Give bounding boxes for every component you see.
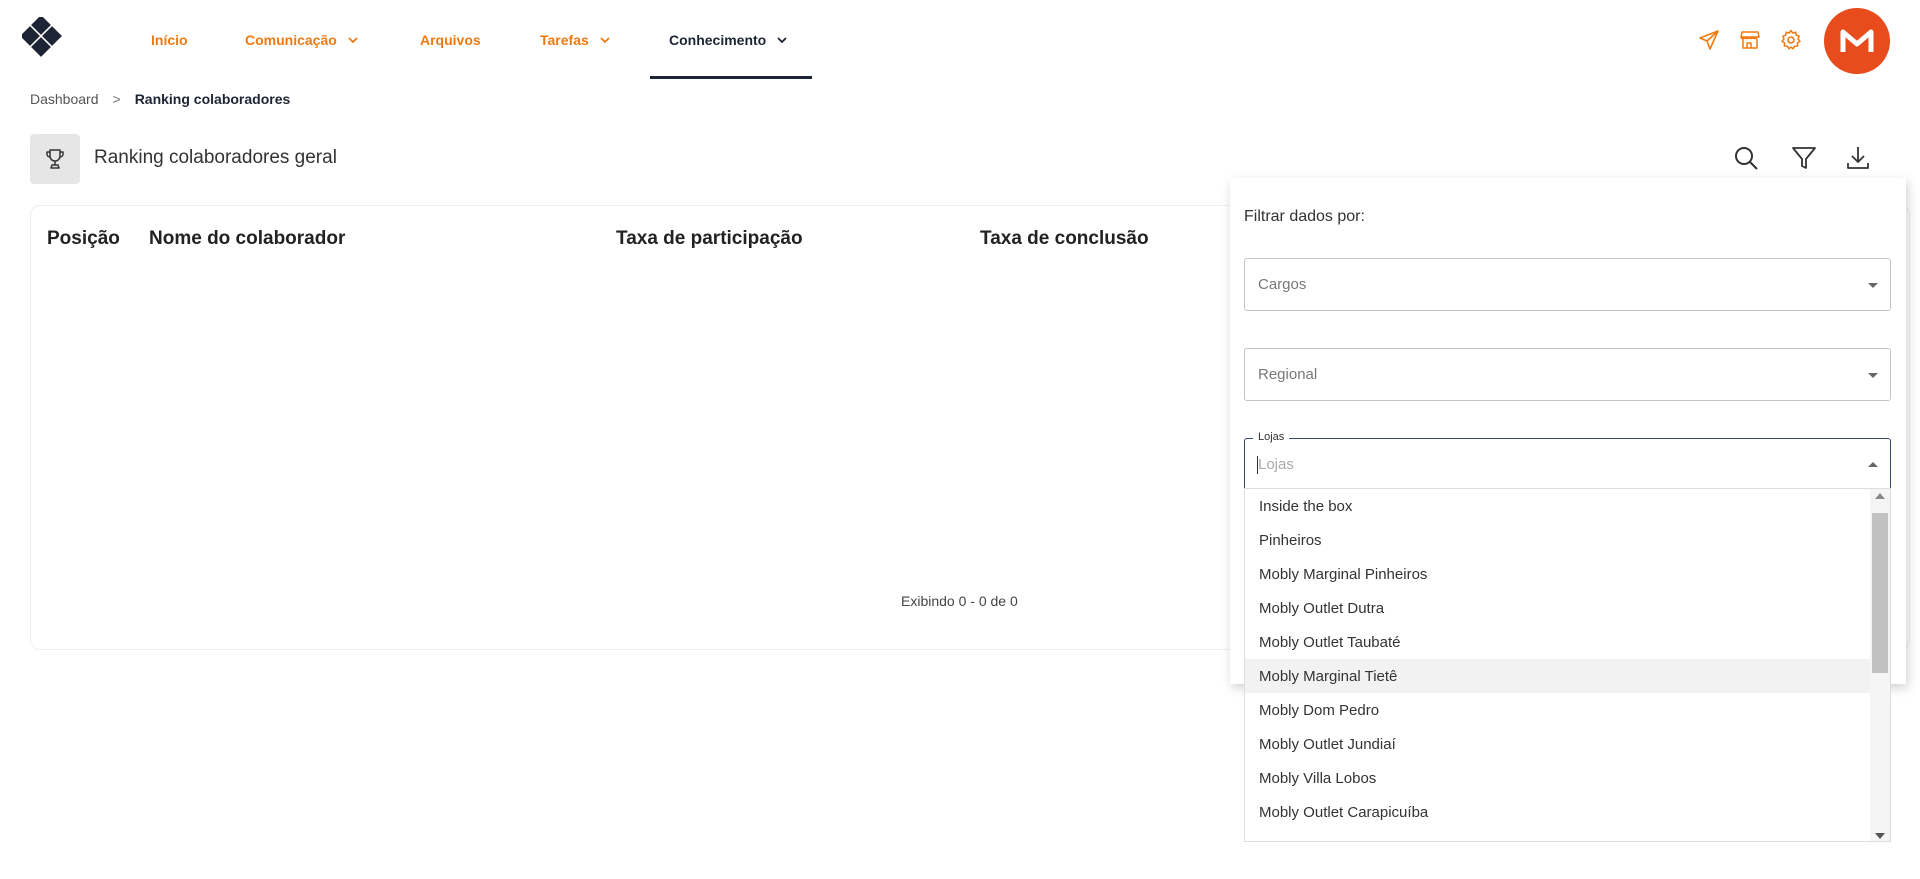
download-icon[interactable] [1844, 144, 1872, 172]
options-scrollbar[interactable] [1870, 489, 1890, 841]
option-item[interactable]: Mobly Outlet Carapicuíba [1245, 795, 1872, 829]
column-header-posicao[interactable]: Posição [47, 228, 120, 250]
avatar-monogram-icon [1840, 29, 1874, 52]
send-icon[interactable] [1697, 28, 1721, 52]
option-item[interactable]: Mobly Dom Pedro [1245, 693, 1872, 727]
dropdown-arrow-icon [1868, 283, 1878, 288]
pagination-info: Exibindo 0 - 0 de 0 [901, 593, 1018, 609]
regional-placeholder: Regional [1258, 366, 1318, 383]
active-tab-indicator [650, 76, 812, 79]
lojas-options-list[interactable]: Inside the box Pinheiros Mobly Marginal … [1244, 488, 1891, 842]
column-header-nome[interactable]: Nome do colaborador [149, 228, 345, 250]
option-item[interactable]: Mobly Villa Lobos [1245, 761, 1872, 795]
breadcrumb-current: Ranking colaboradores [134, 91, 291, 107]
trophy-icon [46, 149, 64, 169]
option-item[interactable]: Mobly Outlet Taubaté [1245, 625, 1872, 659]
lojas-input[interactable]: Lojas [1258, 456, 1294, 473]
nav-comunicacao[interactable]: Comunicação [245, 0, 359, 80]
page-badge [30, 134, 80, 184]
scroll-thumb[interactable] [1872, 513, 1888, 673]
nav-tarefas-label: Tarefas [540, 32, 589, 48]
breadcrumb-separator: > [112, 91, 121, 107]
chevron-down-icon [348, 37, 358, 44]
chevron-down-icon [777, 37, 787, 44]
lojas-select[interactable]: Lojas Lojas [1244, 431, 1891, 491]
dropdown-arrow-icon [1868, 373, 1878, 378]
breadcrumb: Dashboard > Ranking colaboradores [30, 91, 290, 107]
nav-conhecimento[interactable]: Conhecimento [669, 0, 788, 80]
option-item[interactable]: Inside the box [1245, 489, 1872, 523]
scroll-up-arrow-icon[interactable] [1875, 493, 1885, 499]
nav-conhecimento-label: Conhecimento [669, 32, 767, 48]
cargos-placeholder: Cargos [1258, 276, 1307, 293]
lojas-label: Lojas [1253, 431, 1290, 443]
store-icon[interactable] [1738, 28, 1762, 52]
breadcrumb-dashboard[interactable]: Dashboard [30, 91, 99, 107]
nav-inicio-label: Início [151, 32, 188, 48]
nav-arquivos[interactable]: Arquivos [420, 0, 481, 80]
nav-comunicacao-label: Comunicação [245, 32, 337, 48]
company-logo[interactable] [22, 17, 68, 63]
filter-icon[interactable] [1790, 144, 1818, 172]
option-item[interactable]: Mobly Outlet Jundiaí [1245, 727, 1872, 761]
page-title: Ranking colaboradores geral [94, 147, 337, 168]
search-icon[interactable] [1732, 144, 1760, 172]
option-item[interactable]: Mobly Outlet Dutra [1245, 591, 1872, 625]
nav-tarefas[interactable]: Tarefas [540, 0, 611, 80]
option-item[interactable]: Mobly Marginal Pinheiros [1245, 557, 1872, 591]
scroll-down-arrow-icon[interactable] [1875, 833, 1885, 839]
cargos-select[interactable]: Cargos [1244, 258, 1891, 311]
column-header-conclusao[interactable]: Taxa de conclusão [980, 228, 1149, 250]
column-header-participacao[interactable]: Taxa de participação [616, 228, 803, 250]
option-item[interactable]: Pinheiros [1245, 523, 1872, 557]
nav-arquivos-label: Arquivos [420, 32, 481, 48]
user-avatar[interactable] [1824, 8, 1890, 74]
filter-title: Filtrar dados por: [1244, 208, 1365, 225]
option-item-hovered[interactable]: Mobly Marginal Tietê [1245, 659, 1872, 693]
top-navbar: Início Comunicação Arquivos Tarefas Conh… [0, 0, 1920, 80]
regional-select[interactable]: Regional [1244, 348, 1891, 401]
gear-icon[interactable] [1779, 28, 1803, 52]
nav-inicio[interactable]: Início [151, 0, 188, 80]
chevron-down-icon [600, 37, 610, 44]
dropdown-arrow-up-icon [1868, 462, 1878, 467]
